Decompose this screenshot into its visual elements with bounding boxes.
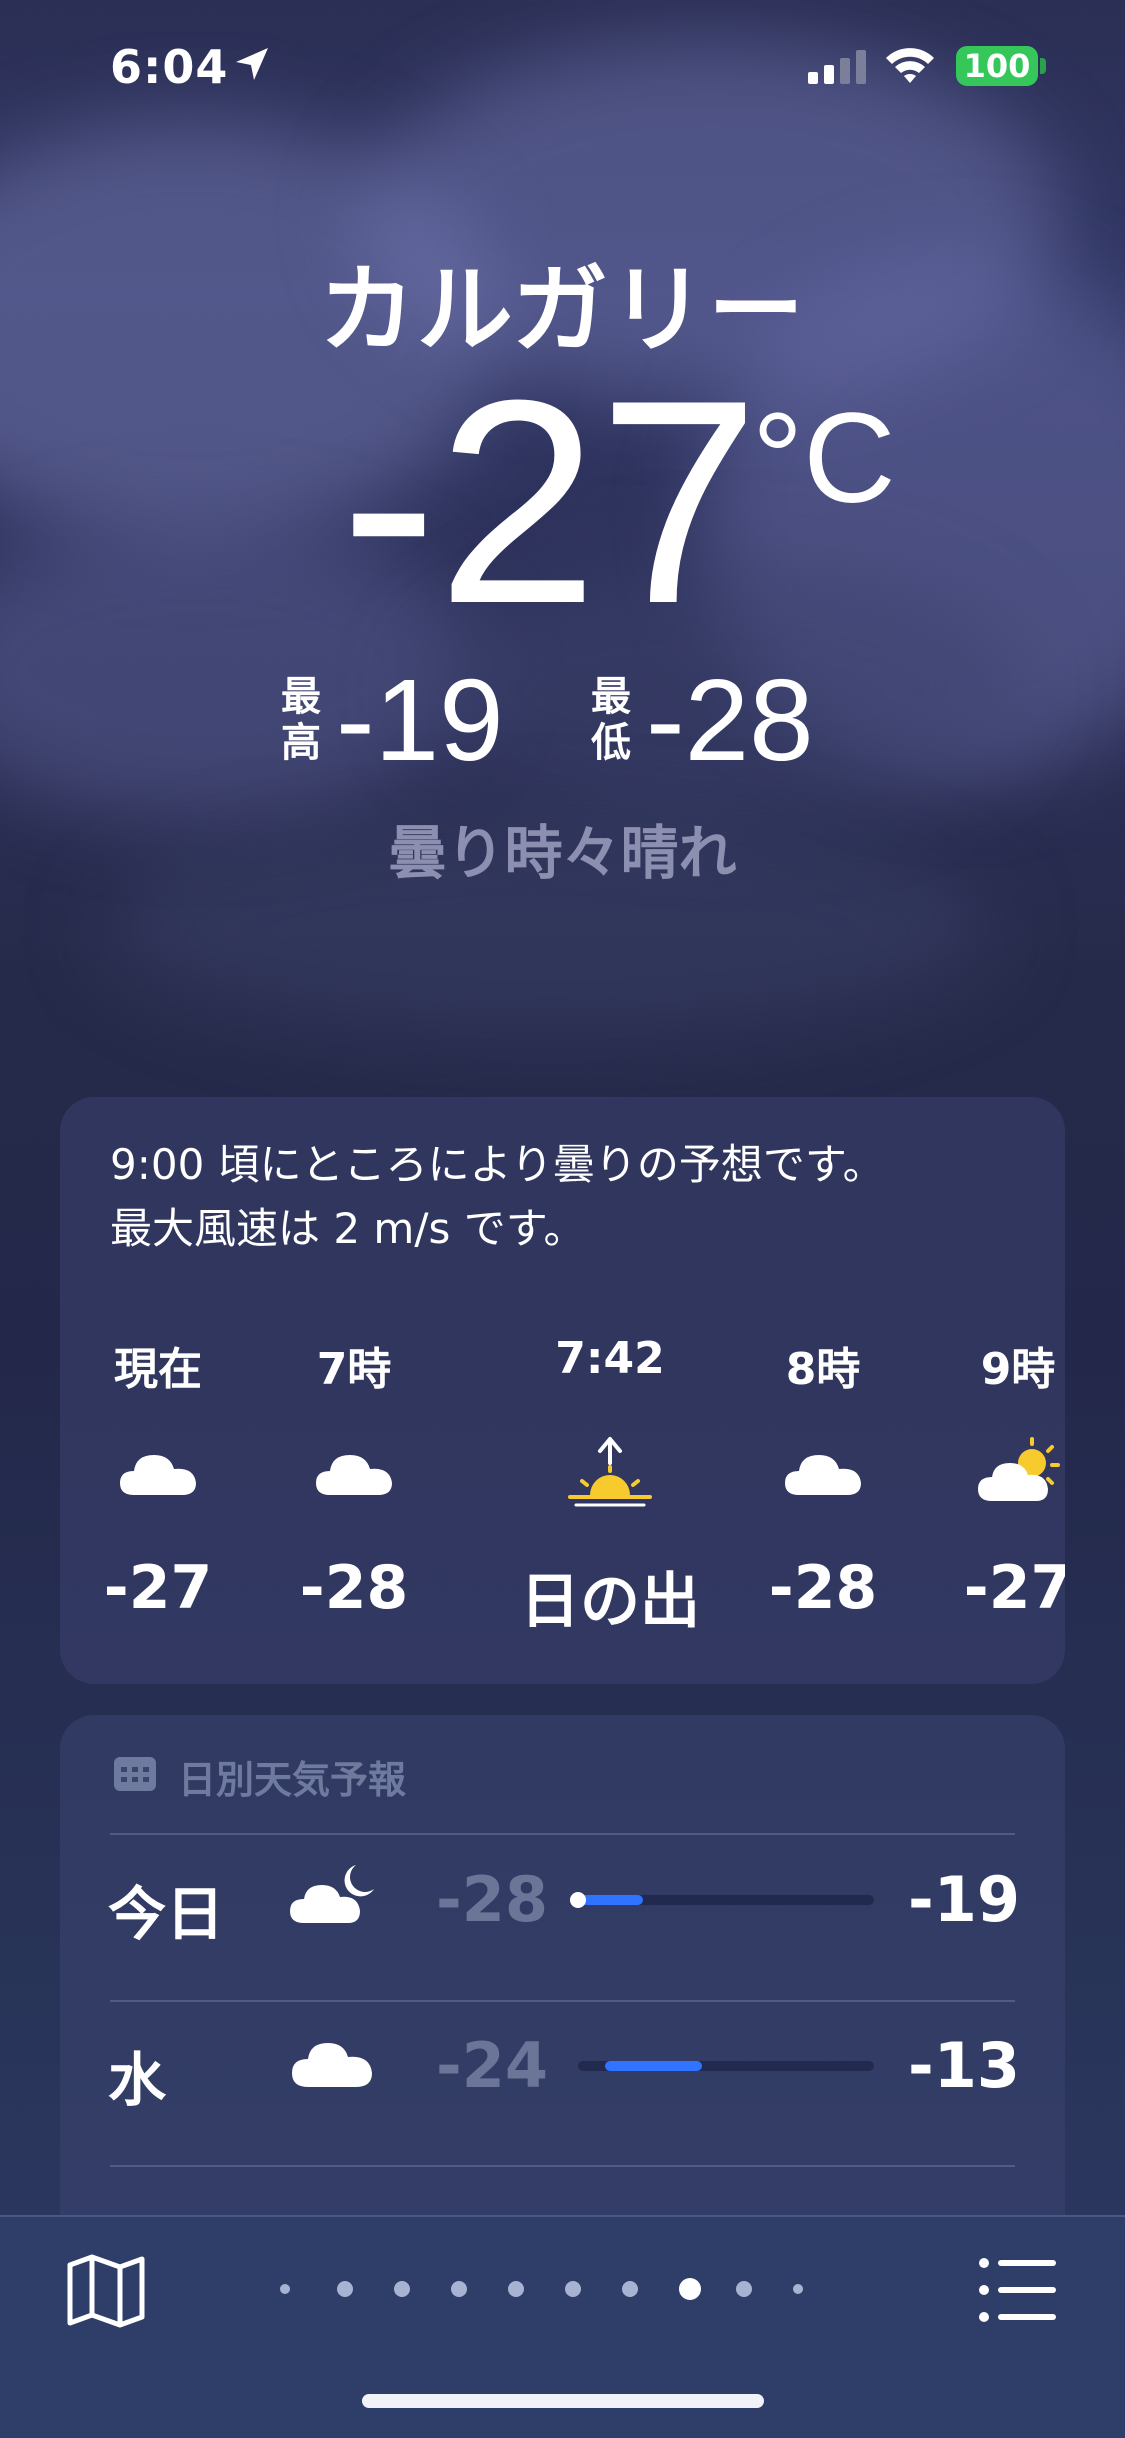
day-high: -13 xyxy=(907,2029,1020,2102)
battery-tip xyxy=(1040,58,1046,74)
page-dot[interactable] xyxy=(394,2281,410,2297)
hourly-item-sunrise[interactable]: 7:42 日の出 xyxy=(490,1333,730,1653)
summary-line-2: 最大風速は 2 m/s です。 xyxy=(110,1204,586,1253)
day-low: -24 xyxy=(436,2029,549,2102)
sunrise-icon xyxy=(568,1437,652,1507)
status-time: 6:04 xyxy=(110,40,229,94)
temperature-range-fill xyxy=(604,2061,703,2071)
day-high: -19 xyxy=(907,1863,1020,1936)
divider xyxy=(110,2000,1015,2002)
weather-condition: 曇り時々晴れ xyxy=(388,819,737,887)
page-dot[interactable] xyxy=(337,2281,353,2297)
hourly-item[interactable]: 7時 -28 xyxy=(254,1333,454,1653)
cloud-icon xyxy=(316,1455,392,1495)
page-dot[interactable] xyxy=(565,2281,581,2297)
day-low: -28 xyxy=(436,1863,549,1936)
low-value: -28 xyxy=(646,655,814,785)
daily-row-today[interactable]: 今日 -28 -19 xyxy=(60,1837,1065,1957)
hourly-summary: 9:00 頃にところにより曇りの予想です。 最大風速は 2 m/s です。 xyxy=(110,1133,1030,1261)
temperature-range-bar xyxy=(570,1892,874,1908)
partly-sunny-icon xyxy=(978,1437,1060,1501)
low-label: 最 低 xyxy=(591,674,631,766)
page-dot[interactable] xyxy=(451,2281,467,2297)
page-dot[interactable] xyxy=(793,2284,803,2294)
hourly-item[interactable]: 現在 -27 xyxy=(60,1333,258,1653)
partly-cloudy-night-icon xyxy=(290,1865,374,1923)
high-value: -19 xyxy=(336,655,504,785)
home-indicator[interactable] xyxy=(362,2394,764,2408)
location-arrow-icon xyxy=(236,48,268,80)
current-temperature-marker xyxy=(570,1892,586,1908)
hour-label: 9時 xyxy=(980,1344,1056,1395)
hourly-forecast-card[interactable]: 9:00 頃にところにより曇りの予想です。 最大風速は 2 m/s です。 現在… xyxy=(60,1097,1065,1684)
hour-temperature: -28 xyxy=(768,1553,878,1623)
day-name: 水 xyxy=(108,2046,167,2114)
page-dot[interactable] xyxy=(280,2284,290,2294)
page-dot[interactable] xyxy=(622,2281,638,2297)
divider xyxy=(110,2165,1015,2167)
current-temperature: -27 xyxy=(340,340,760,664)
hour-label: 現在 xyxy=(114,1344,202,1395)
hourly-item[interactable]: 9時 -27 xyxy=(918,1333,1065,1653)
hour-temperature: -27 xyxy=(963,1553,1065,1623)
calendar-icon xyxy=(114,1757,156,1791)
hourly-item[interactable]: 8時 -28 xyxy=(723,1333,923,1653)
high-label: 最 高 xyxy=(281,674,321,766)
temperature-unit: °C xyxy=(752,387,896,530)
cloud-icon xyxy=(120,1455,196,1495)
summary-line-1: 9:00 頃にところにより曇りの予想です。 xyxy=(110,1140,885,1189)
hour-label: 7時 xyxy=(316,1344,392,1395)
page-dot[interactable] xyxy=(736,2281,752,2297)
cloud-icon xyxy=(292,2043,372,2087)
hour-temperature: -28 xyxy=(299,1553,409,1623)
cellular-signal-icon xyxy=(808,50,866,84)
status-bar: 6:04 100 xyxy=(0,0,1125,140)
cloud-icon xyxy=(785,1455,861,1495)
page-dot-active[interactable] xyxy=(679,2278,701,2300)
temperature-range-fill xyxy=(578,1895,644,1905)
battery-indicator: 100 xyxy=(956,46,1038,86)
hour-label: 8時 xyxy=(785,1344,861,1395)
hour-label: 7:42 xyxy=(555,1333,665,1384)
map-icon[interactable] xyxy=(64,2251,148,2331)
temperature-range-bar xyxy=(578,2061,874,2071)
hour-temperature: -27 xyxy=(103,1553,213,1623)
divider xyxy=(110,1833,1015,1835)
wifi-icon xyxy=(886,48,934,83)
daily-row-wed[interactable]: 水 -24 -13 xyxy=(60,2003,1065,2123)
page-dot[interactable] xyxy=(508,2281,524,2297)
hour-temperature: 日の出 xyxy=(520,1567,700,1637)
list-icon[interactable] xyxy=(978,2255,1058,2325)
day-name: 今日 xyxy=(108,1880,225,1948)
daily-forecast-header: 日別天気予報 xyxy=(178,1758,407,1802)
